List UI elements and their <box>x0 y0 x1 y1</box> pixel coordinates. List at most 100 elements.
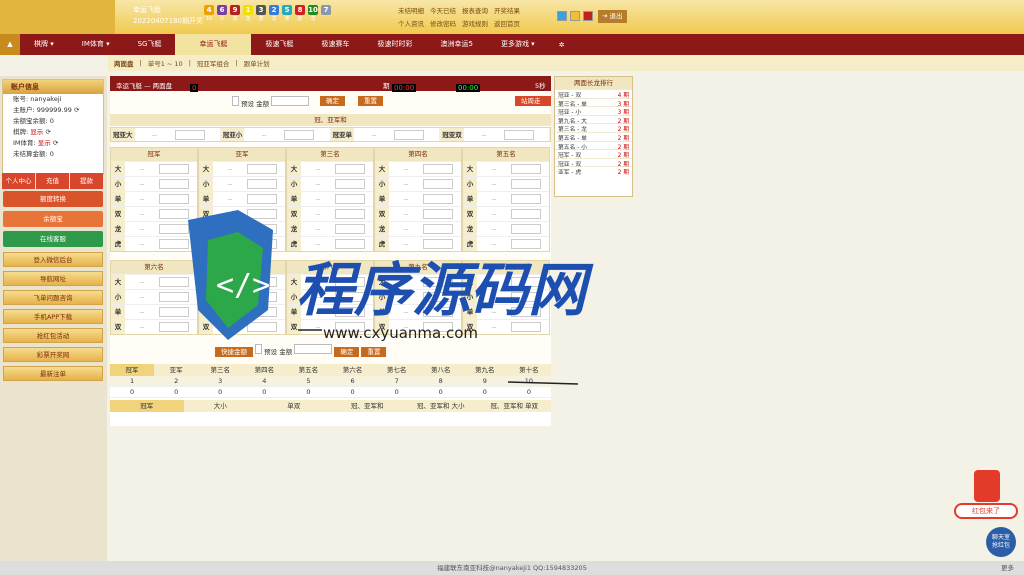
bet-input[interactable] <box>511 164 541 174</box>
subnav-item[interactable]: 单号1 ~ 10 <box>142 58 189 68</box>
stats-tab[interactable]: 第五名 <box>286 364 330 376</box>
bet-input[interactable] <box>423 277 453 287</box>
trend-button[interactable]: 站周走势 <box>515 96 551 115</box>
nav-tab[interactable]: IM体育 ▾ <box>68 34 124 55</box>
quick-button[interactable]: 充值 <box>36 173 69 189</box>
side-link[interactable]: 飞单问题咨询 <box>3 290 103 305</box>
bet-input[interactable] <box>159 322 189 332</box>
side-link[interactable]: 抢红包活动 <box>3 328 103 343</box>
logout-button[interactable]: ⇥ 退出 <box>598 10 627 23</box>
bet-input[interactable] <box>511 292 541 302</box>
bet-input[interactable] <box>511 322 541 332</box>
bet-input[interactable] <box>335 164 365 174</box>
stats-subtab[interactable]: 单双 <box>257 400 331 412</box>
stats-tab[interactable]: 第八名 <box>419 364 463 376</box>
bet-input[interactable] <box>247 179 277 189</box>
bet-input[interactable] <box>335 322 365 332</box>
bet-input[interactable] <box>423 164 453 174</box>
header-link[interactable]: 今天已结 <box>430 5 456 15</box>
quick-button[interactable]: 提款 <box>70 173 103 189</box>
bet-input[interactable] <box>159 292 189 302</box>
stats-tab[interactable]: 冠军 <box>110 364 155 376</box>
header-link[interactable]: 返回首页 <box>494 18 520 28</box>
bet-input[interactable] <box>423 224 453 234</box>
bet-input[interactable] <box>159 307 189 317</box>
side-link[interactable]: 导航网址 <box>3 271 103 286</box>
refresh-icon[interactable]: ⟳ <box>45 128 50 136</box>
stats-subtab[interactable]: 大小 <box>184 400 258 412</box>
bet-input[interactable] <box>159 194 189 204</box>
bet-input[interactable] <box>247 239 277 249</box>
bet-input[interactable] <box>335 292 365 302</box>
confirm-button[interactable]: 确定 <box>320 96 345 106</box>
bet-input[interactable] <box>511 224 541 234</box>
bet-input[interactable] <box>247 292 277 302</box>
bet-input[interactable] <box>247 209 277 219</box>
gear-icon[interactable]: ✲ <box>549 41 565 49</box>
bet-input[interactable] <box>423 307 453 317</box>
stats-tab[interactable]: 第七名 <box>375 364 419 376</box>
stats-tab[interactable]: 第四名 <box>242 364 286 376</box>
header-link[interactable]: 修改密码 <box>430 18 456 28</box>
bet-input[interactable] <box>284 129 315 140</box>
header-link[interactable]: 报表查询 <box>462 5 488 15</box>
show-link[interactable]: 显示 <box>30 128 43 136</box>
header-link[interactable]: 游戏规则 <box>462 18 488 28</box>
red-packet-widget[interactable]: 红包来了 聊天室 抢红包 <box>954 465 1018 560</box>
chat-room-button[interactable]: 聊天室 抢红包 <box>986 527 1016 557</box>
bet-input[interactable] <box>394 129 424 140</box>
bet-input[interactable] <box>247 224 277 234</box>
stats-subtab[interactable]: 冠、亚军和 <box>331 400 405 412</box>
quick-amount-button[interactable]: 快捷金额 <box>215 347 253 357</box>
quick-button[interactable]: 个人中心 <box>2 173 35 189</box>
theme-yellow-icon[interactable] <box>570 11 580 21</box>
bet-input[interactable] <box>159 239 189 249</box>
nav-tab[interactable]: 极速飞艇 <box>251 34 307 55</box>
bet-input[interactable] <box>247 322 277 332</box>
amount-input[interactable] <box>294 344 333 354</box>
bet-input[interactable] <box>423 322 453 332</box>
bet-input[interactable] <box>247 164 277 174</box>
stats-tab[interactable]: 第三名 <box>198 364 242 376</box>
refresh-icon[interactable]: ⟳ <box>74 106 79 114</box>
bet-input[interactable] <box>511 239 541 249</box>
theme-red-icon[interactable] <box>583 11 593 21</box>
header-link[interactable]: 个人资讯 <box>398 18 424 28</box>
reset-button[interactable]: 重置 <box>358 96 383 106</box>
side-link[interactable]: 最新注单 <box>3 366 103 381</box>
side-link[interactable]: 彩票开奖网 <box>3 347 103 362</box>
bet-input[interactable] <box>511 307 541 317</box>
bet-input[interactable] <box>247 277 277 287</box>
side-link[interactable]: 手机APP下载 <box>3 309 103 324</box>
nav-tab[interactable]: 极速时时彩 <box>363 34 426 55</box>
bet-input[interactable] <box>159 224 189 234</box>
stats-tab[interactable]: 第十名 <box>507 364 551 376</box>
nav-tab[interactable]: 更多游戏 ▾ <box>487 34 549 55</box>
reset-button[interactable]: 重置 <box>361 347 387 357</box>
bet-input[interactable] <box>423 179 453 189</box>
bet-input[interactable] <box>335 239 365 249</box>
confirm-button[interactable]: 确定 <box>334 347 360 357</box>
side-link[interactable]: 登入微信后台 <box>3 252 103 267</box>
bet-input[interactable] <box>511 209 541 219</box>
bet-input[interactable] <box>335 179 365 189</box>
stats-tab[interactable]: 第六名 <box>330 364 374 376</box>
bet-input[interactable] <box>247 194 277 204</box>
subnav-item[interactable]: 冠亚军组合 <box>191 58 236 68</box>
stats-subtab[interactable]: 冠军 <box>110 400 184 412</box>
header-link[interactable]: 未结明细 <box>398 5 424 15</box>
side-button[interactable]: 余额宝 <box>3 211 103 227</box>
header-link[interactable]: 开奖结果 <box>494 5 520 15</box>
subnav-item[interactable]: 跟单计划 <box>238 58 276 68</box>
bet-input[interactable] <box>511 179 541 189</box>
bet-input[interactable] <box>159 277 189 287</box>
bet-input[interactable] <box>423 292 453 302</box>
bet-input[interactable] <box>159 209 189 219</box>
bet-input[interactable] <box>503 129 534 140</box>
home-icon[interactable]: ▲ <box>0 34 20 55</box>
bet-input[interactable] <box>423 194 453 204</box>
bet-input[interactable] <box>423 209 453 219</box>
bet-input[interactable] <box>335 209 365 219</box>
more-link[interactable]: 更多 <box>1001 561 1014 575</box>
nav-tab[interactable]: 棋牌 ▾ <box>20 34 68 55</box>
